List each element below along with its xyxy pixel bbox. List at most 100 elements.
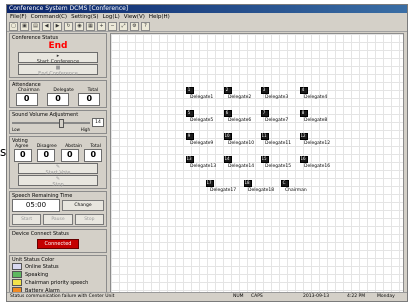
unit-number: C xyxy=(282,180,286,185)
delegate-unit[interactable]: 17 Delegate17 xyxy=(206,180,236,194)
help-icon[interactable]: ? xyxy=(141,21,150,31)
unit-number: 5 xyxy=(187,110,191,115)
window-title: Conference System DCMS [Conference] xyxy=(9,5,129,12)
speech-stop-button[interactable]: Stop xyxy=(74,214,104,225)
menu-item-4[interactable]: View(V) xyxy=(124,14,145,20)
unit-label: Delegate11 xyxy=(265,141,292,146)
delegate-unit[interactable]: 6 Delegate6 xyxy=(224,110,252,124)
menu-item-0[interactable]: File(F) xyxy=(10,14,27,20)
delegate-unit[interactable]: 3 Delegate3 xyxy=(261,87,289,101)
delegate-unit[interactable]: 18 Delegate18 xyxy=(244,180,275,194)
delegate-unit[interactable]: 4 Delegate4 xyxy=(300,87,328,101)
delegate-unit[interactable]: 15 Delegate15 xyxy=(261,156,291,170)
forward-icon[interactable]: ▶ xyxy=(53,21,62,31)
menu-item-3[interactable]: Log(L) xyxy=(103,14,120,20)
seat-layout-canvas[interactable]: 1 Delegate1 2 Delegate2 3 Delegate3 4 Delegate4… xyxy=(110,33,404,293)
unit-number: 12 xyxy=(300,133,306,138)
vote-agree-count: 0 xyxy=(13,149,32,162)
chairman-unit[interactable]: C Chairman xyxy=(281,180,307,194)
device-connect-status: Connected xyxy=(37,239,79,249)
unit-number: 6 xyxy=(225,110,229,115)
refresh-icon[interactable]: ↻ xyxy=(64,21,73,31)
delegate-unit[interactable]: 16 Delegate16 xyxy=(300,156,331,170)
unit-number: 1 xyxy=(187,87,191,92)
save-icon[interactable]: ▤ xyxy=(31,21,40,31)
unit-label: Delegate16 xyxy=(304,164,331,169)
legend-label: Online Status xyxy=(25,264,59,270)
unit-label: Delegate18 xyxy=(248,188,275,193)
stop-vote-button[interactable]: ✎ Stop xyxy=(18,175,98,188)
unit-label: Delegate13 xyxy=(190,164,217,169)
speech-time-group: Speech Remaining Time 05:00 Change Start… xyxy=(9,191,107,227)
unit-number: 14 xyxy=(224,156,230,161)
control-panel: Conference Status End ▸ Start Conference … xyxy=(9,33,107,301)
menu-item-5[interactable]: Help(H) xyxy=(149,14,170,20)
start-conference-button[interactable]: ▸ Start Conference xyxy=(18,52,98,65)
attendance-group: Attendance Chairman Delegate Total 0 0 0 xyxy=(9,80,107,108)
delegate-unit[interactable]: 12 Delegate12 xyxy=(300,133,331,147)
vote-disagree-count: 0 xyxy=(37,149,56,162)
speech-pause-button[interactable]: Pause xyxy=(43,214,73,225)
zoom-in-icon[interactable]: + xyxy=(97,21,106,31)
zoom-out-icon[interactable]: − xyxy=(108,21,117,31)
delegate-unit[interactable]: 11 Delegate11 xyxy=(261,133,292,147)
delegate-unit[interactable]: 5 Delegate5 xyxy=(186,110,213,124)
delegate-unit[interactable]: 13 Delegate13 xyxy=(186,156,217,170)
status-day: Monday xyxy=(377,294,395,299)
delegate-unit[interactable]: 14 Delegate14 xyxy=(224,156,254,170)
unit-number: 17 xyxy=(206,180,212,185)
unit-number: 15 xyxy=(261,156,267,161)
camera-icon[interactable]: ◉ xyxy=(75,21,84,31)
legend-item: Online Status xyxy=(12,263,104,271)
vote-total-count: 0 xyxy=(84,149,103,162)
speech-start-button[interactable]: Start xyxy=(12,214,42,225)
volume-slider-handle[interactable] xyxy=(58,118,64,128)
vote-abstain-count: 0 xyxy=(60,149,79,162)
unit-number: 13 xyxy=(186,156,192,161)
delegate-unit[interactable]: 2 Delegate2 xyxy=(224,87,251,101)
volume-value[interactable]: 14 xyxy=(92,118,104,127)
volume-slider[interactable] xyxy=(12,118,90,128)
status-time: 4:22 PM xyxy=(347,294,366,299)
unit-number: 11 xyxy=(261,133,267,138)
attendance-total-count: 0 xyxy=(78,93,101,106)
menu-item-1[interactable]: Command(C) xyxy=(31,14,67,20)
attendance-delegate-count: 0 xyxy=(46,93,69,106)
open-icon[interactable]: ▣ xyxy=(20,21,29,31)
unit-label: Delegate1 xyxy=(190,95,214,100)
conference-status-group: Conference Status End ▸ Start Conference … xyxy=(9,33,107,78)
unit-number: 10 xyxy=(224,133,230,138)
speech-time-value[interactable]: 05:00 xyxy=(12,199,60,212)
speech-time-change-button[interactable]: Change xyxy=(62,200,104,211)
unit-label: Delegate4 xyxy=(304,95,328,100)
unit-label: Delegate12 xyxy=(304,141,331,146)
legend-swatch xyxy=(12,271,22,278)
grid-icon[interactable]: ▦ xyxy=(86,21,95,31)
status-caps: CAPS xyxy=(251,294,263,299)
back-icon[interactable]: ◀ xyxy=(42,21,51,31)
delegate-unit[interactable]: 8 Delegate8 xyxy=(300,110,327,124)
delegate-unit[interactable]: 10 Delegate10 xyxy=(224,133,255,147)
fit-icon[interactable]: ⤢ xyxy=(119,21,128,31)
delegate-unit[interactable]: 9 Delegate9 xyxy=(186,133,214,147)
unit-label: Delegate6 xyxy=(228,118,252,123)
menu-item-2[interactable]: Setting(S) xyxy=(71,14,98,20)
unit-number: 4 xyxy=(301,87,305,92)
volume-high-label: High xyxy=(80,127,90,132)
delegate-unit[interactable]: 7 Delegate7 xyxy=(261,110,289,124)
status-num: NUM xyxy=(233,294,244,299)
toolbar: ▢ ▣ ▤ ◀ ▶ ↻ ◉ ▦ + − ⤢ ⚙? xyxy=(7,21,407,32)
start-vote-button[interactable]: ✎ Start Vote xyxy=(18,163,98,176)
unit-number: 8 xyxy=(301,110,305,115)
title-bar: Conference System DCMS [Conference] xyxy=(7,5,407,13)
legend-label: Chairman priority speech xyxy=(25,280,89,286)
new-icon[interactable]: ▢ xyxy=(9,21,18,31)
end-conference-button[interactable]: ■ End Conference xyxy=(18,64,98,77)
delegate-unit[interactable]: 1 Delegate1 xyxy=(186,87,214,101)
status-date: 2013-09-13 xyxy=(303,294,330,299)
settings-icon[interactable]: ⚙ xyxy=(130,21,139,31)
unit-label: Delegate3 xyxy=(265,95,289,100)
unit-label: Delegate9 xyxy=(190,141,214,146)
unit-label: Delegate7 xyxy=(265,118,289,123)
unit-label: Delegate10 xyxy=(228,141,255,146)
